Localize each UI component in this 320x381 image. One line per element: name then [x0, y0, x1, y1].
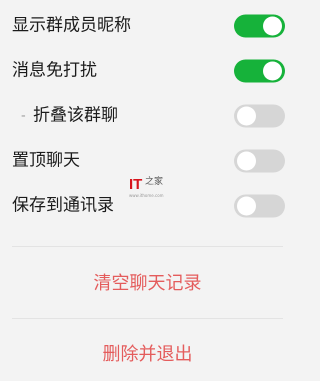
setting-row-pin: 置顶聊天	[0, 146, 295, 176]
group-chat-settings: 显示群成员昵称 消息免打扰 - 折叠该群聊 置顶聊天 IT 之家 www.ith…	[0, 0, 295, 381]
pin-toggle[interactable]	[234, 149, 285, 173]
toggle-knob	[237, 106, 256, 126]
toggle-knob	[237, 196, 256, 216]
toggle-knob	[237, 151, 256, 171]
setting-row-show-nickname: 显示群成员昵称	[0, 11, 295, 41]
clear-history-button[interactable]: 清空聊天记录	[0, 275, 295, 293]
show-nickname-label: 显示群成员昵称	[12, 15, 131, 36]
toggle-knob	[263, 61, 282, 81]
mute-label: 消息免打扰	[12, 60, 97, 81]
show-nickname-toggle[interactable]	[234, 14, 285, 38]
mute-toggle[interactable]	[234, 59, 285, 83]
fold-label: 折叠该群聊	[33, 105, 118, 126]
delete-and-exit-button[interactable]: 删除并退出	[0, 346, 295, 364]
setting-row-save-contacts: 保存到通讯录	[0, 191, 295, 221]
sub-option-dash: -	[21, 108, 26, 124]
save-contacts-label: 保存到通讯录	[12, 195, 114, 216]
fold-toggle[interactable]	[234, 104, 285, 128]
setting-row-mute: 消息免打扰	[0, 56, 295, 86]
divider	[12, 246, 283, 247]
toggle-knob	[263, 16, 282, 36]
divider	[12, 318, 283, 319]
save-contacts-toggle[interactable]	[234, 194, 285, 218]
pin-label: 置顶聊天	[12, 150, 80, 171]
setting-row-fold: - 折叠该群聊	[0, 101, 295, 131]
watermark-name: 之家	[145, 177, 164, 187]
watermark-logo: IT	[129, 176, 143, 193]
